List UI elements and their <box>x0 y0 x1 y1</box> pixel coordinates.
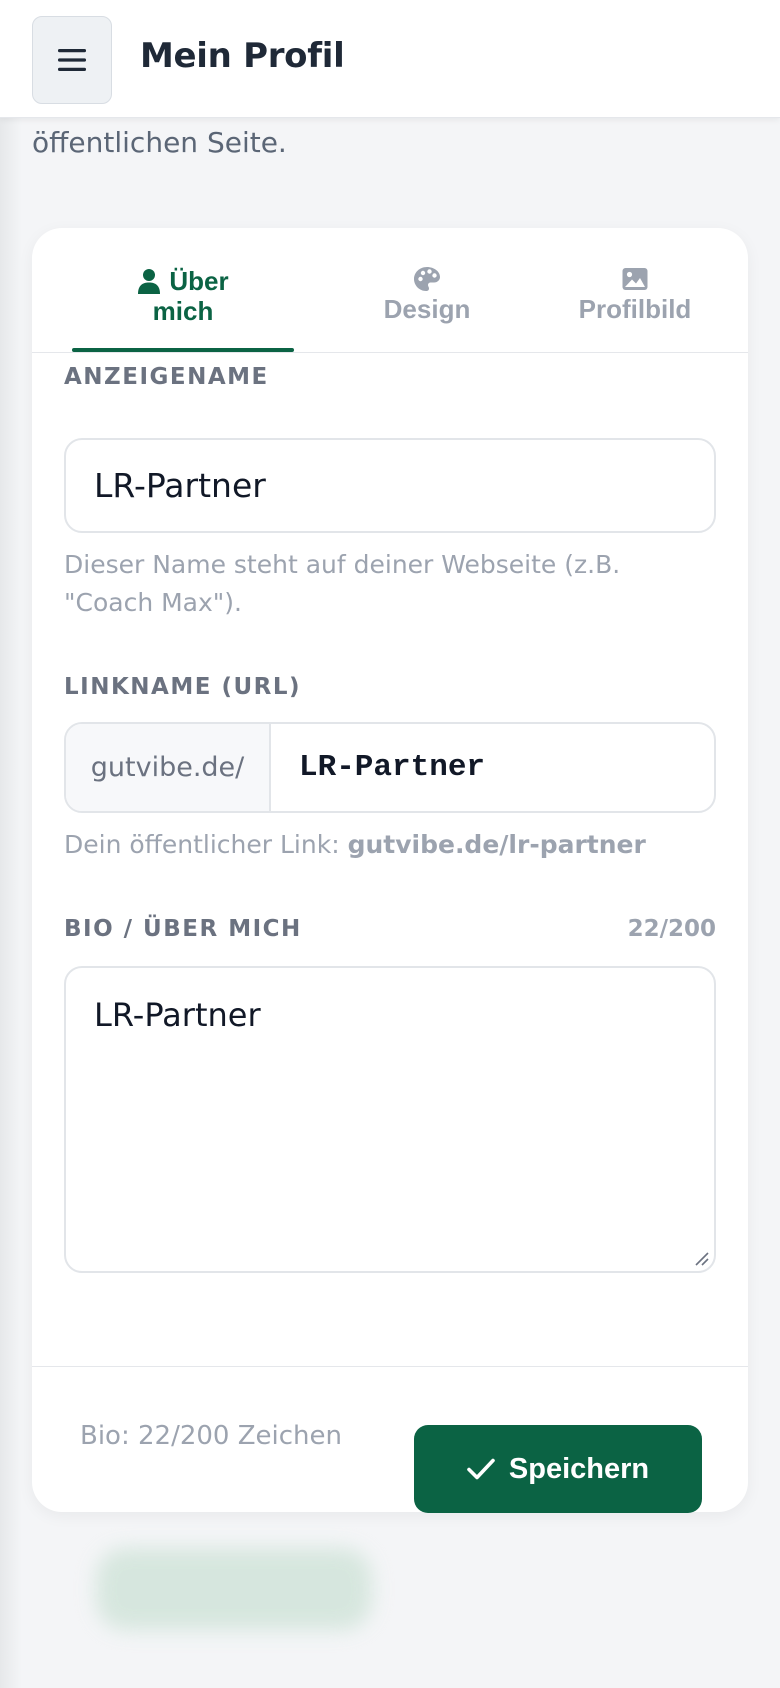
blurred-background-button <box>96 1548 372 1630</box>
bio-char-count: Bio: 22/200 Zeichen <box>80 1421 343 1451</box>
resize-handle-icon[interactable] <box>692 1249 710 1267</box>
page-title: Mein Profil <box>140 36 345 76</box>
link-name-group: gutvibe.de/ LR-Partner <box>64 722 716 813</box>
public-link[interactable]: gutvibe.de/lr-partner <box>348 830 646 859</box>
active-tab-indicator <box>72 348 294 352</box>
image-icon <box>622 268 648 290</box>
palette-icon <box>414 267 440 291</box>
tab-about-me[interactable]: Über mich <box>72 266 294 353</box>
display-name-label: ANZEIGENAME <box>64 364 269 390</box>
top-bar: Mein Profil <box>0 0 780 118</box>
bio-textarea[interactable]: LR-Partner <box>64 966 716 1273</box>
url-prefix: gutvibe.de/ <box>66 724 271 811</box>
card-footer: Bio: 22/200 Zeichen Speichern <box>32 1366 748 1513</box>
display-name-input[interactable]: LR-Partner <box>64 438 716 533</box>
tab-about-me-label-2: mich <box>152 296 214 326</box>
tab-about-me-label-1: Über <box>169 266 229 296</box>
checkmark-icon <box>467 1458 495 1480</box>
profile-card: Über mich Design Profilbild ANZEIGENAME … <box>32 228 748 1513</box>
tab-profile-picture-label: Profilbild <box>578 294 692 324</box>
user-icon <box>138 269 161 294</box>
tab-design[interactable]: Design <box>322 266 532 353</box>
link-name-input[interactable]: LR-Partner <box>271 724 714 811</box>
intro-text: öffentlichen Seite. <box>32 126 287 159</box>
side-shadow <box>0 0 22 1688</box>
bio-label: BIO / ÜBER MICH <box>64 916 302 942</box>
tab-profile-picture[interactable]: Profilbild <box>527 266 743 353</box>
bio-counter: 22/200 <box>627 916 716 942</box>
save-button[interactable]: Speichern <box>414 1425 702 1513</box>
hamburger-menu-icon <box>58 49 86 71</box>
menu-button[interactable] <box>32 16 112 104</box>
link-name-label: LINKNAME (URL) <box>64 674 302 700</box>
profile-tabs: Über mich Design Profilbild <box>32 228 748 353</box>
link-name-hint: Dein öffentlicher Link: gutvibe.de/lr-pa… <box>64 826 704 864</box>
tab-design-label: Design <box>383 294 471 324</box>
display-name-hint: Dieser Name steht auf deiner Webseite (z… <box>64 550 621 617</box>
link-hint-prefix: Dein öffentlicher Link: <box>64 830 340 859</box>
bio-text: LR-Partner <box>94 996 261 1034</box>
save-button-label: Speichern <box>508 1452 650 1485</box>
